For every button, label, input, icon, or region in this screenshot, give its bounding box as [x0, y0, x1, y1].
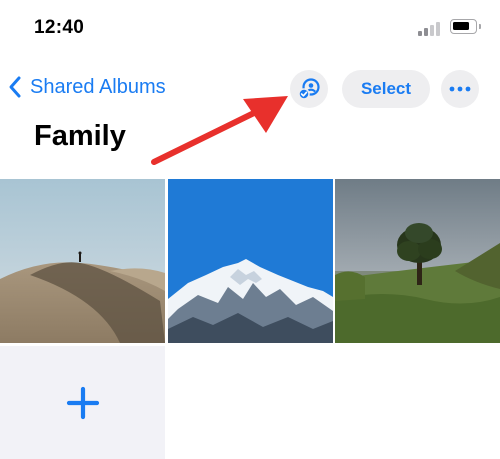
cellular-signal-icon [418, 20, 442, 36]
more-button[interactable] [441, 70, 479, 108]
tree-landscape-photo[interactable] [335, 179, 500, 343]
back-button-label: Shared Albums [30, 75, 166, 98]
select-button[interactable]: Select [342, 70, 430, 108]
ellipsis-icon [449, 86, 471, 92]
activity-button[interactable] [290, 70, 328, 108]
status-time: 12:40 [34, 17, 85, 38]
activity-icon [298, 78, 320, 100]
plus-icon [66, 386, 99, 419]
navigation-bar: Shared Albums Select [0, 66, 500, 108]
add-photo-button[interactable] [0, 346, 165, 459]
snowy-mountain-photo[interactable] [168, 179, 333, 343]
back-button[interactable]: Shared Albums [8, 66, 166, 108]
desert-dune-photo[interactable] [0, 179, 165, 343]
battery-icon [450, 19, 481, 34]
status-bar: 12:40 [0, 0, 500, 56]
chevron-left-icon [9, 76, 21, 98]
album-title: Family [34, 120, 126, 152]
